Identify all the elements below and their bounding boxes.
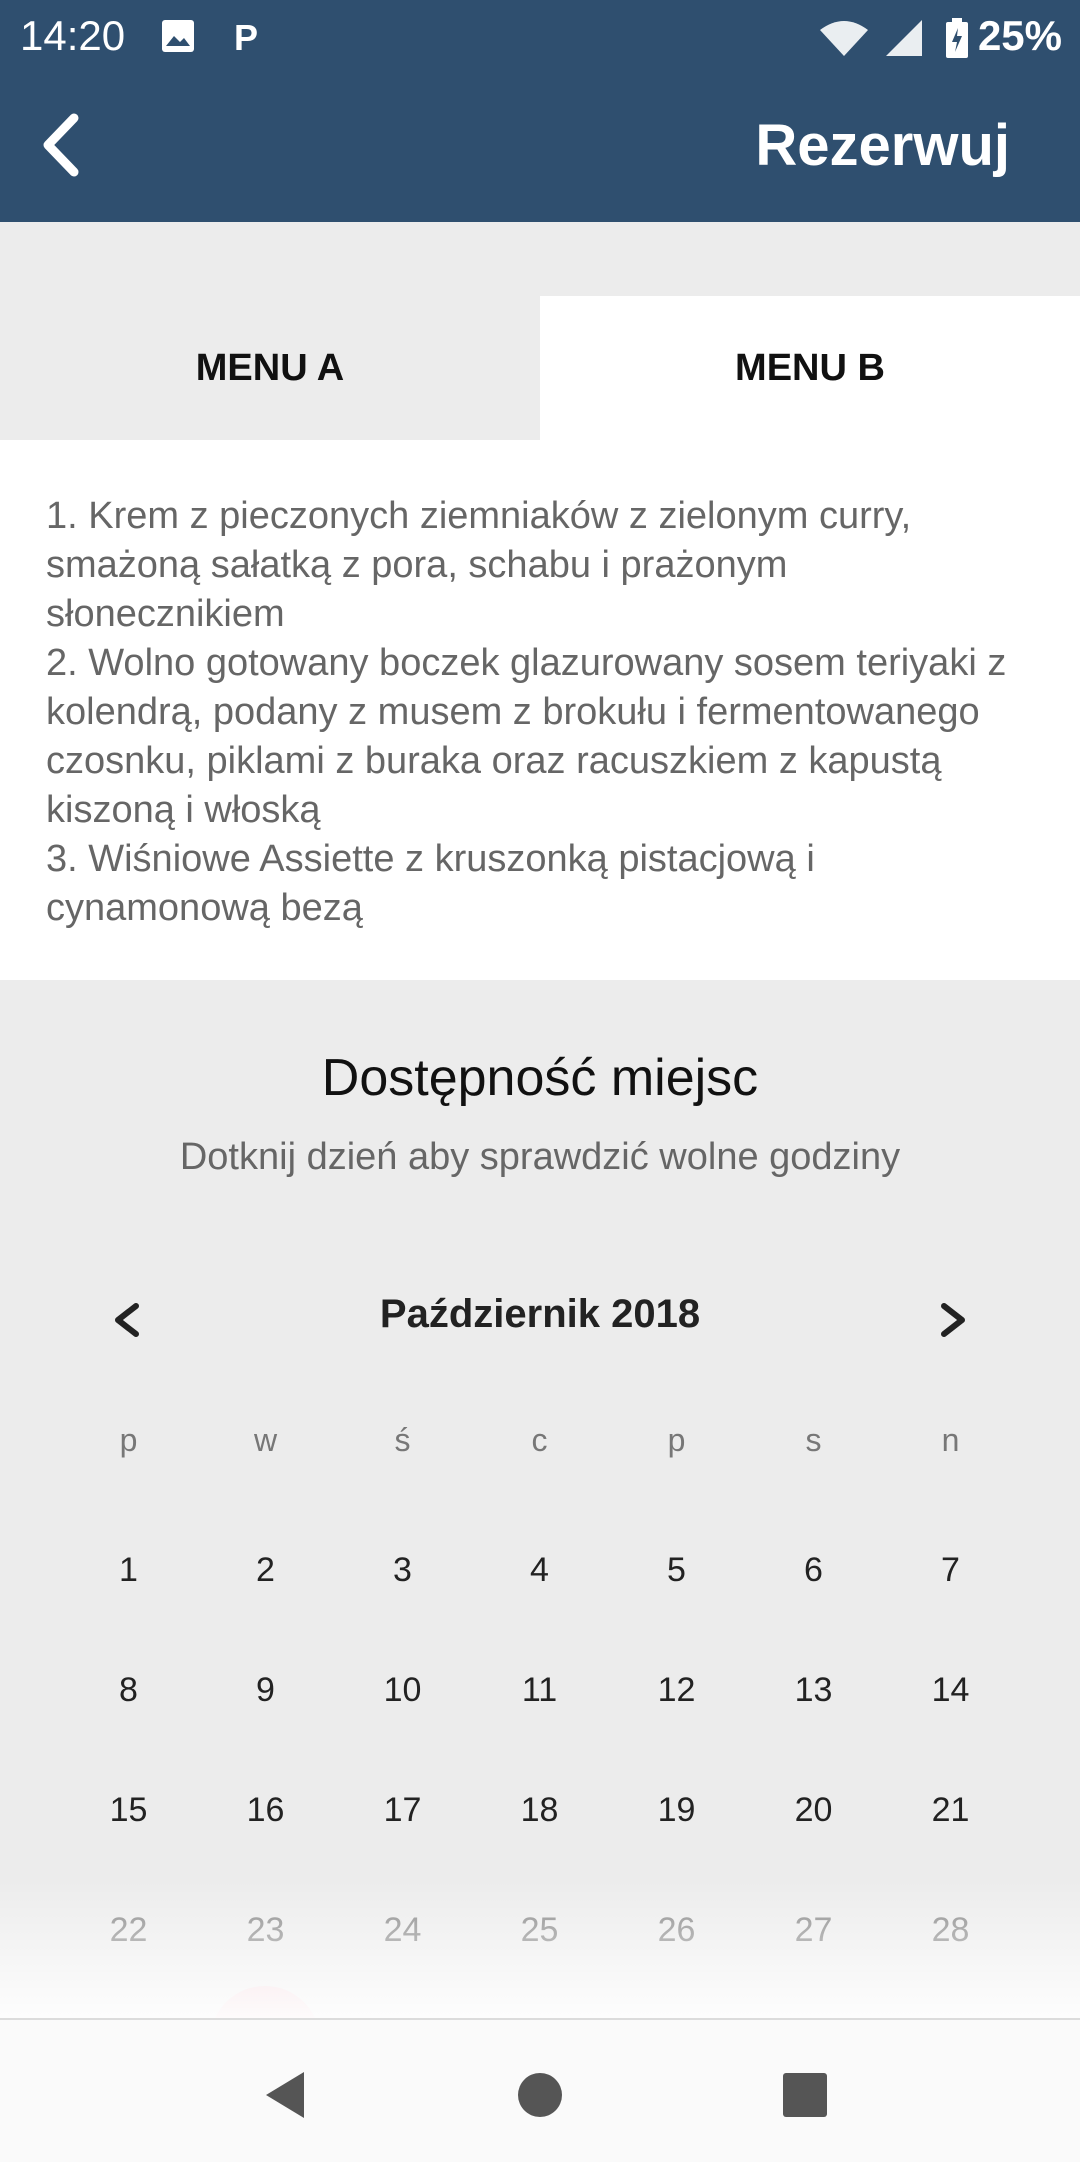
weekday-label: p <box>667 1422 686 1458</box>
tab-menu-a[interactable]: MENU A <box>0 296 540 440</box>
calendar-day[interactable]: 14 <box>882 1630 1019 1750</box>
system-nav-bar <box>0 2018 1080 2162</box>
calendar-day[interactable]: 1 <box>60 1510 197 1630</box>
week-row: 8 9 10 11 12 13 14 <box>60 1630 1020 1750</box>
app-bar: Rezerwuj <box>0 72 1080 222</box>
calendar-month-label: Październik 2018 <box>379 1292 701 1336</box>
parking-p-icon: P <box>234 18 258 54</box>
back-chevron-icon[interactable] <box>30 110 100 180</box>
calendar-day[interactable]: 20 <box>745 1750 882 1870</box>
menu-content: 1. Krem z pieczonych ziemniaków z zielon… <box>0 440 1080 980</box>
calendar-header: Październik 2018 <box>0 1280 1080 1360</box>
availability-title: Dostępność miejsc <box>321 1049 759 1107</box>
availability-section: Dostępność miejsc Dotknij dzień aby spra… <box>0 980 1080 2020</box>
calendar-day[interactable]: 13 <box>745 1630 882 1750</box>
tab-menu-b[interactable]: MENU B <box>540 296 1080 440</box>
weekday-label: s <box>805 1422 822 1458</box>
menu-tabs: MENU A MENU B <box>0 296 1080 440</box>
image-icon <box>162 20 194 52</box>
signal-icon <box>886 20 922 56</box>
calendar-day[interactable]: 17 <box>334 1750 471 1870</box>
calendar-day[interactable]: 12 <box>608 1630 745 1750</box>
calendar-day[interactable]: 19 <box>608 1750 745 1870</box>
weekday-label: n <box>941 1422 960 1458</box>
calendar-day[interactable]: 10 <box>334 1630 471 1750</box>
status-time: 14:20 <box>20 12 126 59</box>
weekday-label: c <box>531 1422 548 1458</box>
calendar-day[interactable]: 7 <box>882 1510 1019 1630</box>
calendar-day[interactable]: 9 <box>197 1630 334 1750</box>
calendar-day[interactable]: 4 <box>471 1510 608 1630</box>
calendar-day[interactable]: 6 <box>745 1510 882 1630</box>
calendar-day[interactable]: 21 <box>882 1750 1019 1870</box>
week-row: 15 16 17 18 19 20 21 <box>60 1750 1020 1870</box>
battery-percentage: 25% <box>977 12 1062 59</box>
scroll-fade <box>0 1880 1080 2020</box>
weekday-row: p w ś c p s n <box>60 1400 1020 1510</box>
status-bar: 14:20 P 25% <box>0 0 1080 72</box>
availability-subtitle: Dotknij dzień aby sprawdzić wolne godzin… <box>179 1136 901 1178</box>
calendar-day[interactable]: 18 <box>471 1750 608 1870</box>
calendar-day[interactable]: 2 <box>197 1510 334 1630</box>
menu-description: 1. Krem z pieczonych ziemniaków z zielon… <box>46 495 1007 929</box>
calendar-day[interactable]: 15 <box>60 1750 197 1870</box>
calendar-day[interactable]: 16 <box>197 1750 334 1870</box>
weekday-label: w <box>253 1422 278 1458</box>
svg-text:P: P <box>234 18 258 54</box>
nav-home-circle-icon[interactable] <box>505 2060 575 2130</box>
wifi-icon <box>820 21 868 56</box>
previous-month-chevron-icon[interactable] <box>94 1280 164 1360</box>
next-month-chevron-icon[interactable] <box>916 1280 986 1360</box>
page-title: Rezerwuj <box>755 113 1010 178</box>
calendar-day[interactable]: 8 <box>60 1630 197 1750</box>
nav-recents-square-icon[interactable] <box>770 2060 840 2130</box>
weekday-label: p <box>119 1422 138 1458</box>
calendar-day[interactable]: 11 <box>471 1630 608 1750</box>
nav-back-triangle-icon[interactable] <box>252 2060 322 2130</box>
calendar-day[interactable]: 5 <box>608 1510 745 1630</box>
battery-charging-icon <box>946 18 968 58</box>
weekday-label: ś <box>394 1422 411 1458</box>
week-row: 1 2 3 4 5 6 7 <box>60 1510 1020 1630</box>
calendar-day[interactable]: 3 <box>334 1510 471 1630</box>
